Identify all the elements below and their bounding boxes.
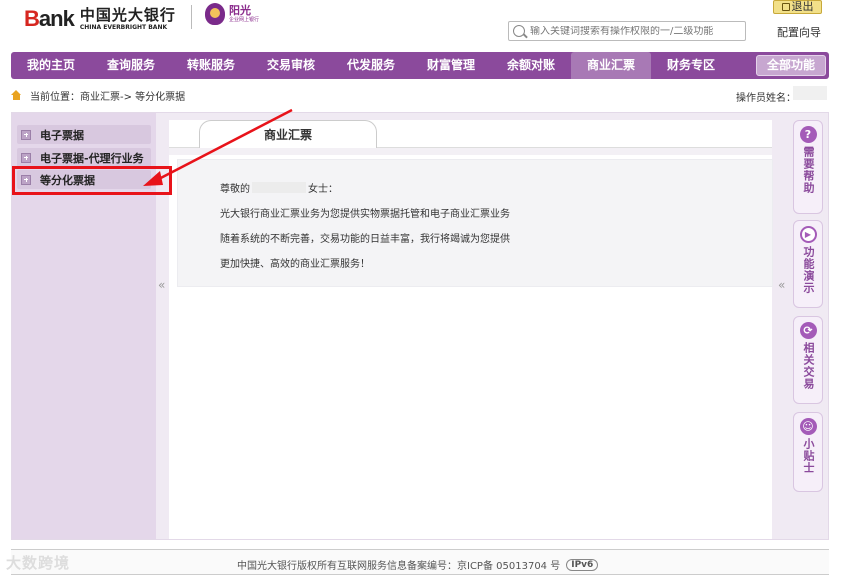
annotation-arrow — [143, 108, 293, 186]
app-window: { "header": { "logo_b": "B", "logo_ank":… — [0, 0, 847, 579]
footer: 中国光大银行版权所有互联网服务信息备案编号：京ICP备 05013704 号 I… — [11, 549, 829, 575]
footer-text: 中国光大银行版权所有互联网服务信息备案编号：京ICP备 05013704 号 I… — [237, 557, 599, 572]
icp-notice: 中国光大银行版权所有互联网服务信息备案编号：京ICP备 05013704 号 — [237, 561, 561, 572]
watermark: 大数跨境 — [6, 554, 71, 572]
ipv6-badge: IPv6 — [566, 558, 599, 571]
